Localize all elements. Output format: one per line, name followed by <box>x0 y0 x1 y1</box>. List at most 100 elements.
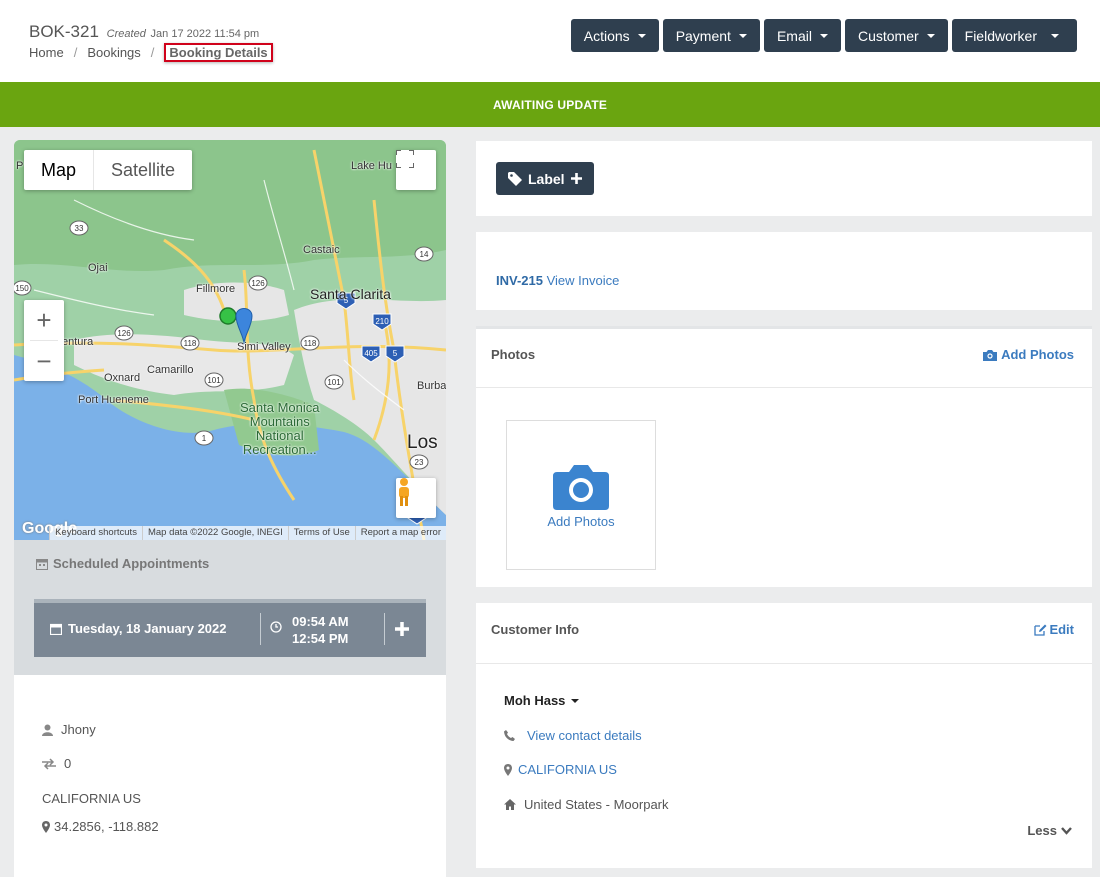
chevron-down-icon <box>1061 826 1072 835</box>
add-appointment-button[interactable] <box>394 616 410 644</box>
map-marker-icon <box>42 820 50 833</box>
street-view-button[interactable] <box>396 478 436 518</box>
label-button-text: Label <box>528 170 565 187</box>
customer-address: United States - Moorpark <box>524 797 669 812</box>
add-photos-dropzone[interactable]: Add Photos <box>506 420 656 570</box>
highway-number: 101 <box>327 378 341 387</box>
fieldworker-label: Fieldworker <box>964 27 1037 44</box>
page-header: BOK-321 Created Jan 17 2022 11:54 pm Hom… <box>0 0 1100 82</box>
report-map-error-link[interactable]: Report a map error <box>354 526 446 540</box>
highway-number: 23 <box>415 458 424 467</box>
email-dropdown-button[interactable]: Email <box>763 19 841 52</box>
exchange-icon <box>42 757 56 770</box>
transfer-count-value: 0 <box>64 756 72 771</box>
home-icon <box>504 799 516 810</box>
highway-number: 101 <box>207 376 221 385</box>
place-santa-monica-mountains: Santa Monica Mountains National Recreati… <box>240 400 320 457</box>
actions-label: Actions <box>583 27 630 44</box>
camera-icon <box>553 464 609 510</box>
photos-panel: Photos Add Photos Add Photos <box>476 326 1092 587</box>
terms-of-use-link[interactable]: Terms of Use <box>287 526 355 540</box>
photos-title: Photos <box>491 347 536 362</box>
map-marker-icon <box>504 763 512 776</box>
breadcrumb: Home / Bookings / Booking Details <box>29 43 273 62</box>
highway-number: 1 <box>202 434 207 443</box>
view-invoice-link[interactable]: View Invoice <box>547 273 620 288</box>
map-type-satellite-button[interactable]: Satellite <box>94 150 192 190</box>
highway-shield: 118 <box>300 335 320 351</box>
highway-number: 118 <box>184 339 197 348</box>
place-ojai: Ojai <box>88 262 108 274</box>
highway-number: 150 <box>15 284 29 293</box>
transfer-count: 0 <box>42 756 71 771</box>
highway-number: 210 <box>375 317 389 326</box>
highway-shield: 126 <box>114 325 134 341</box>
appointment-divider <box>260 613 261 645</box>
highway-number: 14 <box>420 250 429 259</box>
email-label: Email <box>776 27 812 44</box>
customer-header-divider <box>476 663 1092 664</box>
customer-location-link[interactable]: CALIFORNIA US <box>518 762 617 777</box>
map-data-text: Map data ©2022 Google, INEGI <box>141 526 288 540</box>
appointment-start-time: 09:54 AM <box>292 614 349 629</box>
place-simi-valley: Simi Valley <box>237 341 291 353</box>
user-icon <box>42 724 53 736</box>
customer-info-panel: Customer Info Edit Moh Hass View contact… <box>476 603 1092 868</box>
customer-location-row: CALIFORNIA US <box>504 762 617 777</box>
place-santa-clarita: Santa Clarita <box>310 286 391 302</box>
highway-shield: 23 <box>409 454 429 470</box>
camera-icon <box>983 349 998 361</box>
coordinates-text: 34.2856, -118.882 <box>54 819 159 834</box>
fieldworker-dropdown-button[interactable]: Fieldworker <box>951 19 1077 52</box>
customer-address-row: United States - Moorpark <box>504 797 669 812</box>
breadcrumb-current: Booking Details <box>164 43 273 62</box>
add-label-button[interactable]: Label <box>496 162 594 195</box>
created-label: Created <box>106 28 146 40</box>
highway-shield: 101 <box>204 372 224 388</box>
edit-customer-link[interactable]: Edit <box>1034 622 1074 637</box>
invoice-panel: INV-215 View Invoice <box>476 232 1092 310</box>
scheduled-appointments-panel: Scheduled Appointments Tuesday, 18 Janua… <box>14 540 446 675</box>
caret-down-icon <box>819 33 828 38</box>
highway-number: 126 <box>251 279 265 288</box>
breadcrumb-bookings[interactable]: Bookings <box>87 45 140 60</box>
place-burbank: Burba <box>417 380 446 392</box>
breadcrumb-home[interactable]: Home <box>29 45 64 60</box>
green-marker-icon <box>219 307 237 325</box>
appointment-card[interactable]: Tuesday, 18 January 2022 09:54 AM 12:54 … <box>34 599 426 657</box>
map-view[interactable]: 331501261181261181011514210405510140523 … <box>14 140 446 540</box>
zoom-out-button[interactable]: − <box>24 341 64 381</box>
booking-info-panel: Jhony 0 CALIFORNIA US 34.2856, -118.882 <box>14 675 446 877</box>
customer-name-dropdown[interactable]: Moh Hass <box>504 693 580 708</box>
highway-shield: 101 <box>324 374 344 390</box>
zoom-control: + − <box>24 300 64 381</box>
appointment-date: Tuesday, 18 January 2022 <box>50 621 227 636</box>
zoom-in-button[interactable]: + <box>24 300 64 340</box>
caret-down-icon <box>637 33 646 38</box>
fullscreen-button[interactable] <box>396 150 436 190</box>
place-ventura: entura <box>62 336 94 348</box>
highway-number: 405 <box>364 349 378 358</box>
map-type-map-button[interactable]: Map <box>24 150 95 190</box>
customer-dropdown-button[interactable]: Customer <box>844 19 948 52</box>
tag-icon <box>508 171 522 186</box>
actions-dropdown-button[interactable]: Actions <box>570 19 659 52</box>
caret-down-icon <box>926 33 935 38</box>
invoice-id[interactable]: INV-215 <box>496 273 543 288</box>
keyboard-shortcuts-link[interactable]: Keyboard shortcuts <box>49 526 142 540</box>
edit-icon <box>1034 624 1047 636</box>
calendar-icon <box>50 623 62 635</box>
add-photos-link[interactable]: Add Photos <box>983 347 1074 362</box>
worker-name: Jhony <box>61 722 96 737</box>
customer-name: Moh Hass <box>504 693 566 708</box>
highway-shield: 118 <box>180 335 200 351</box>
payment-dropdown-button[interactable]: Payment <box>662 19 760 52</box>
breadcrumb-separator: / <box>73 45 78 60</box>
less-toggle-button[interactable]: Less <box>1027 823 1072 838</box>
booking-title: BOK-321 Created Jan 17 2022 11:54 pm <box>29 22 259 42</box>
view-contact-details-link[interactable]: View contact details <box>527 728 642 743</box>
less-label: Less <box>1027 823 1057 838</box>
place-fillmore: Fillmore <box>196 283 236 295</box>
place-lake-hughes: Lake Hu <box>351 160 392 172</box>
booking-ref: BOK-321 <box>29 22 99 41</box>
